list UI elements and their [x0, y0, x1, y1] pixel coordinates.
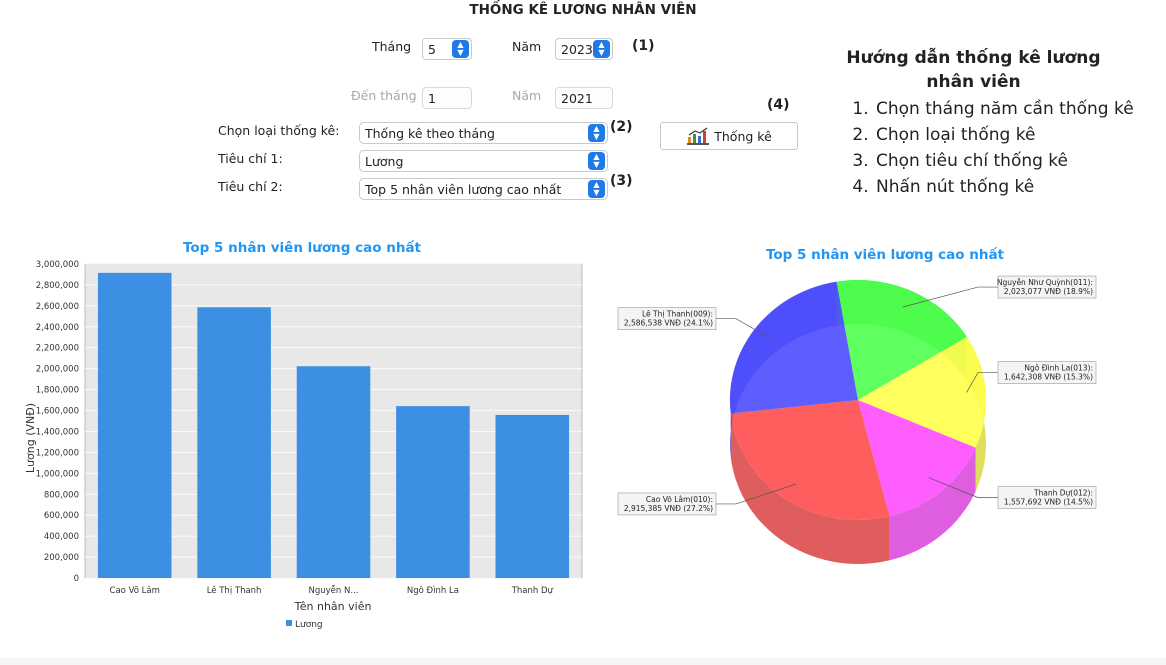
criteria2-chevron-icon[interactable]: ▲ ▼: [588, 180, 605, 198]
to-month-field[interactable]: 1: [422, 87, 472, 109]
criteria2-value: Top 5 nhân viên lương cao nhất: [365, 182, 562, 197]
annotation-2: (2): [610, 119, 633, 135]
bar: [296, 366, 371, 578]
criteria2-label: Tiêu chí 2:: [218, 179, 283, 194]
year-spinner[interactable]: 2023 ▲ ▼: [555, 38, 613, 60]
pie-label-value: 2,023,077 VNĐ (18.9%): [1004, 287, 1093, 296]
y-tick-label: 3,000,000: [36, 260, 79, 270]
annotation-1: (1): [632, 38, 655, 54]
stat-button[interactable]: Thống kê: [660, 122, 798, 150]
bar-chart: 0 200,000 400,000 600,000 800,000 1,000,000 1,…: [24, 260, 583, 630]
y-tick-label: 2,800,000: [36, 281, 79, 291]
to-month-value: 1: [428, 91, 436, 106]
guide-step: Chọn tháng năm cần thống kê: [874, 96, 1156, 122]
stat-type-value: Thống kê theo tháng: [365, 126, 495, 141]
criteria1-label: Tiêu chí 1:: [218, 151, 283, 166]
pie-label: Lê Thị Thanh(009):: [642, 310, 713, 319]
pie-slice: [730, 281, 858, 414]
x-tick-label: Nguyễn N...: [309, 585, 359, 596]
annotation-3: (3): [610, 173, 633, 189]
pie-label-value: 1,642,308 VNĐ (15.3%): [1004, 373, 1093, 382]
pie-label-value: 2,586,538 VNĐ (24.1%): [624, 319, 713, 328]
y-tick-label: 0: [74, 574, 79, 584]
criteria2-select[interactable]: Top 5 nhân viên lương cao nhất ▲ ▼: [359, 178, 608, 200]
legend-swatch: [286, 620, 292, 626]
page-title: THỐNG KÊ LƯƠNG NHÂN VIÊN: [469, 2, 697, 18]
month-value: 5: [428, 42, 436, 57]
y-tick-label: 2,600,000: [36, 302, 79, 312]
guide-steps: Chọn tháng năm cần thống kê Chọn loại th…: [836, 96, 1156, 200]
pie-label: Nguyễn Như Quỳnh(011):: [997, 278, 1093, 287]
pie-label-value: 2,915,385 VNĐ (27.2%): [624, 504, 713, 513]
bar: [197, 307, 271, 578]
y-tick-label: 2,200,000: [36, 344, 79, 354]
y-tick-label: 1,000,000: [36, 469, 79, 479]
bar: [97, 272, 172, 578]
x-tick-label: Lê Thị Thanh: [207, 585, 262, 596]
stat-button-label: Thống kê: [714, 128, 772, 144]
y-tick-label: 2,400,000: [36, 323, 79, 333]
stat-type-label: Chọn loại thống kê:: [218, 123, 340, 138]
pie-chart-title: Top 5 nhân viên lương cao nhất: [765, 247, 1005, 263]
legend-label: Lương: [295, 620, 323, 630]
y-tick-label: 400,000: [44, 532, 79, 542]
stat-type-chevron-icon[interactable]: ▲ ▼: [588, 124, 605, 142]
y-tick-label: 200,000: [44, 553, 79, 563]
bar: [495, 414, 570, 578]
x-tick-label: Thanh Dự: [511, 586, 554, 596]
bar-chart-title: Top 5 nhân viên lương cao nhất: [182, 240, 422, 256]
pie-label-value: 1,557,692 VNĐ (14.5%): [1004, 498, 1093, 507]
y-tick-label: 1,800,000: [36, 386, 79, 396]
stat-type-select[interactable]: Thống kê theo tháng ▲ ▼: [359, 122, 608, 144]
guide-step: Chọn tiêu chí thống kê: [874, 148, 1156, 174]
x-tick-label: Ngô Đình La: [407, 585, 459, 596]
annotation-4: (4): [767, 97, 790, 113]
y-tick-label: 1,400,000: [36, 427, 79, 437]
month-spinner[interactable]: 5 ▲ ▼: [422, 38, 472, 60]
y-tick-label: 600,000: [44, 511, 79, 521]
y-tick-label: 1,600,000: [36, 407, 79, 417]
y-tick-label: 800,000: [44, 490, 79, 500]
guide-panel: Hướng dẫn thống kê lương nhân viên Chọn …: [836, 46, 1156, 200]
guide-step: Nhấn nút thống kê: [874, 174, 1156, 200]
to-month-label: Đến tháng: [351, 88, 417, 103]
year-value: 2023: [561, 42, 593, 57]
guide-step: Chọn loại thống kê: [874, 122, 1156, 148]
pie-label: Cao Võ Lâm(010):: [646, 495, 713, 504]
bar-chart-icon: [687, 127, 710, 145]
bar-chart-ylabel: Lương (VNĐ): [24, 403, 37, 473]
to-year-value: 2021: [561, 91, 593, 106]
year-label: Năm: [512, 39, 542, 54]
month-label: Tháng: [372, 39, 412, 54]
to-year-field[interactable]: 2021: [555, 87, 613, 109]
guide-title: Hướng dẫn thống kê lương nhân viên: [846, 48, 1101, 92]
year-spin-arrows-icon[interactable]: ▲ ▼: [593, 40, 610, 58]
pie-label: Ngô Đình La(013):: [1024, 364, 1093, 373]
y-tick-label: 2,000,000: [36, 365, 79, 375]
bar: [396, 406, 470, 578]
criteria1-select[interactable]: Lương ▲ ▼: [359, 150, 608, 172]
y-tick-label: 1,200,000: [36, 448, 79, 458]
month-spin-arrows-icon[interactable]: ▲ ▼: [452, 40, 469, 58]
pie-chart: Cao Võ Lâm(010):2,915,385 VNĐ (27.2%) Lê …: [617, 275, 1097, 564]
bar-chart-xlabel: Tên nhân viên: [294, 600, 372, 613]
main-panel: THỐNG KÊ LƯƠNG NHÂN VIÊN Tháng 5 ▲ ▼ Năm …: [0, 0, 1166, 658]
criteria1-chevron-icon[interactable]: ▲ ▼: [588, 152, 605, 170]
x-tick-label: Cao Võ Lâm: [110, 586, 160, 596]
to-year-label: Năm: [512, 88, 542, 103]
criteria1-value: Lương: [365, 154, 404, 169]
pie-label: Thanh Dự(012):: [1033, 489, 1093, 498]
